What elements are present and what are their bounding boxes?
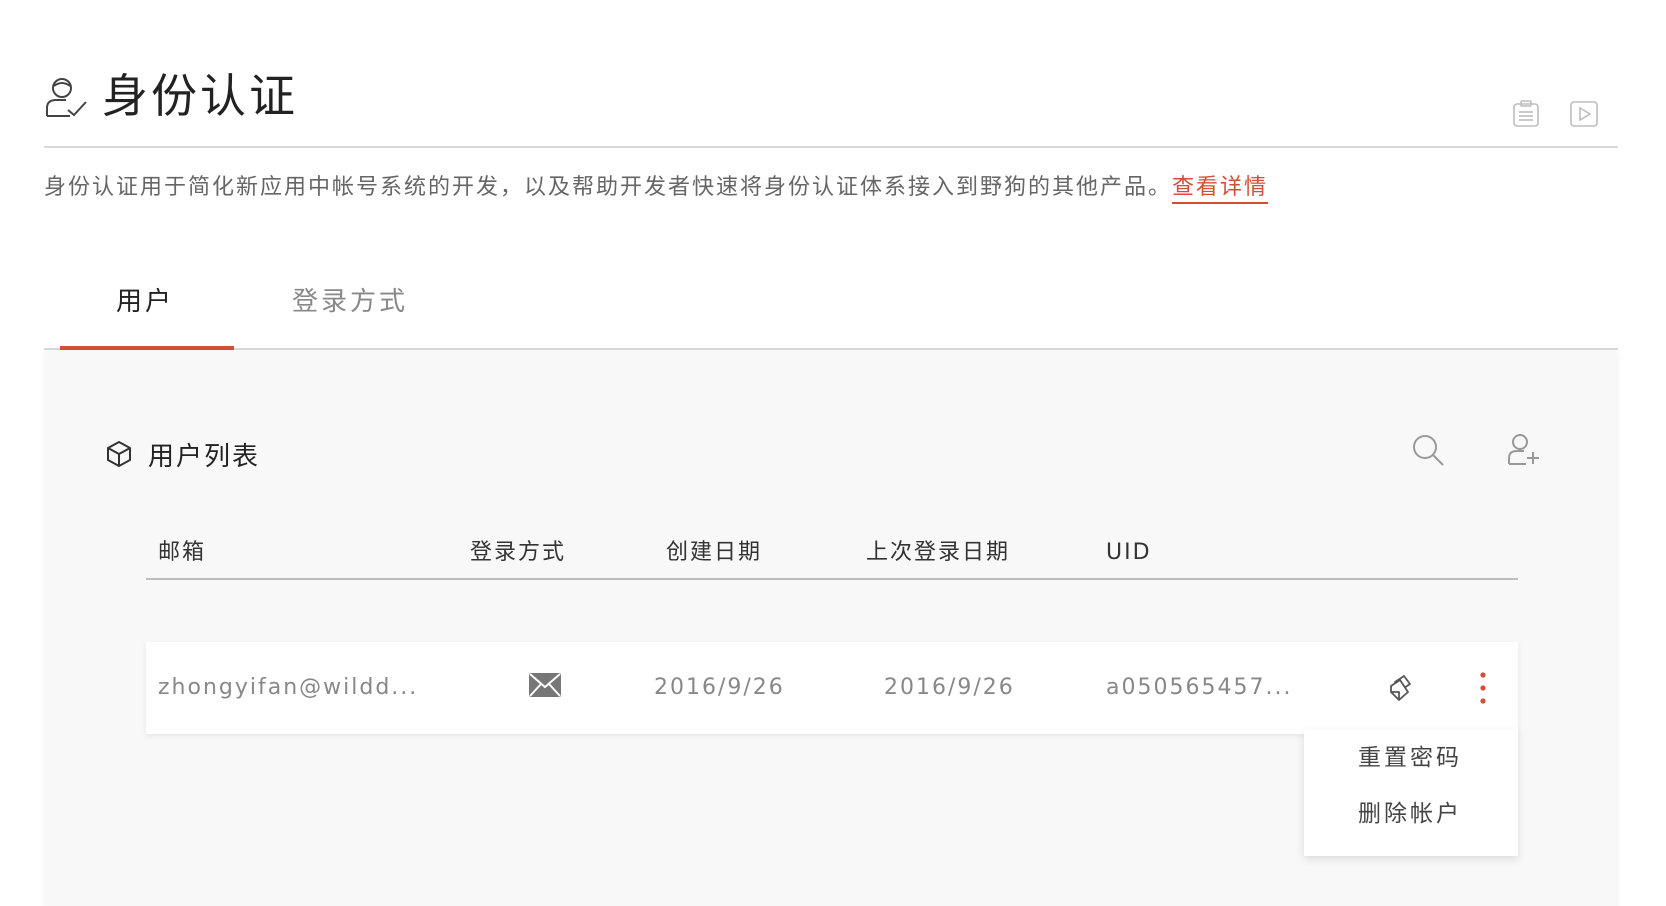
column-created-date[interactable]: 创建日期 (666, 538, 762, 568)
more-vertical-icon[interactable] (1476, 670, 1490, 706)
cell-uid: a050565457... (1106, 675, 1293, 700)
column-login-method[interactable]: 登录方式 (470, 538, 566, 568)
cell-email: zhongyifan@wildd... (158, 675, 419, 700)
copy-icon[interactable] (1386, 672, 1416, 704)
description-text: 身份认证用于简化新应用中帐号系统的开发，以及帮助开发者快速将身份认证体系接入到野… (44, 175, 1173, 200)
identity-auth-page: 身份认证 身份认证用于简化新应用中帐号系统的开发，以及帮助开发者快速将身份认证体… (0, 0, 1666, 906)
tab-login-methods[interactable]: 登录方式 (292, 282, 408, 322)
page-description: 身份认证用于简化新应用中帐号系统的开发，以及帮助开发者快速将身份认证体系接入到野… (44, 170, 1269, 206)
panel-header: 用户列表 (104, 434, 260, 474)
table-row[interactable]: zhongyifan@wildd... 2016/9/26 2016/9/26 … (146, 642, 1518, 734)
page-header: 身份认证 (44, 60, 1618, 148)
panel-title: 用户列表 (148, 441, 261, 472)
cell-created-date: 2016/9/26 (654, 675, 785, 700)
table-header: 邮箱 登录方式 创建日期 上次登录日期 UID (146, 520, 1518, 580)
column-uid[interactable]: UID (1106, 538, 1152, 568)
menu-item-delete-account[interactable]: 删除帐户 (1358, 796, 1462, 832)
menu-item-reset-password[interactable]: 重置密码 (1358, 740, 1462, 776)
user-check-icon (46, 78, 87, 117)
panel-actions (1410, 432, 1542, 468)
row-actions-menu: 重置密码 删除帐户 (1304, 730, 1518, 856)
tab-users[interactable]: 用户 (116, 282, 174, 322)
header-tools (1510, 98, 1600, 132)
tab-bar: 用户 登录方式 (44, 268, 1618, 350)
play-video-icon[interactable] (1568, 98, 1600, 130)
document-icon[interactable] (1510, 98, 1542, 130)
column-email[interactable]: 邮箱 (158, 538, 206, 568)
search-icon[interactable] (1410, 432, 1446, 468)
view-details-link[interactable]: 查看详情 (1172, 175, 1269, 204)
add-user-icon[interactable] (1506, 432, 1542, 468)
cube-icon (107, 441, 131, 467)
cell-last-login-date: 2016/9/26 (884, 675, 1015, 700)
user-list-panel: 用户列表 邮箱 登录方式 创建日期 上次登录日期 UID zhongyifan@… (44, 350, 1618, 906)
mail-icon (529, 673, 561, 697)
page-title: 身份认证 (102, 69, 298, 123)
column-last-login-date[interactable]: 上次登录日期 (866, 538, 1010, 568)
